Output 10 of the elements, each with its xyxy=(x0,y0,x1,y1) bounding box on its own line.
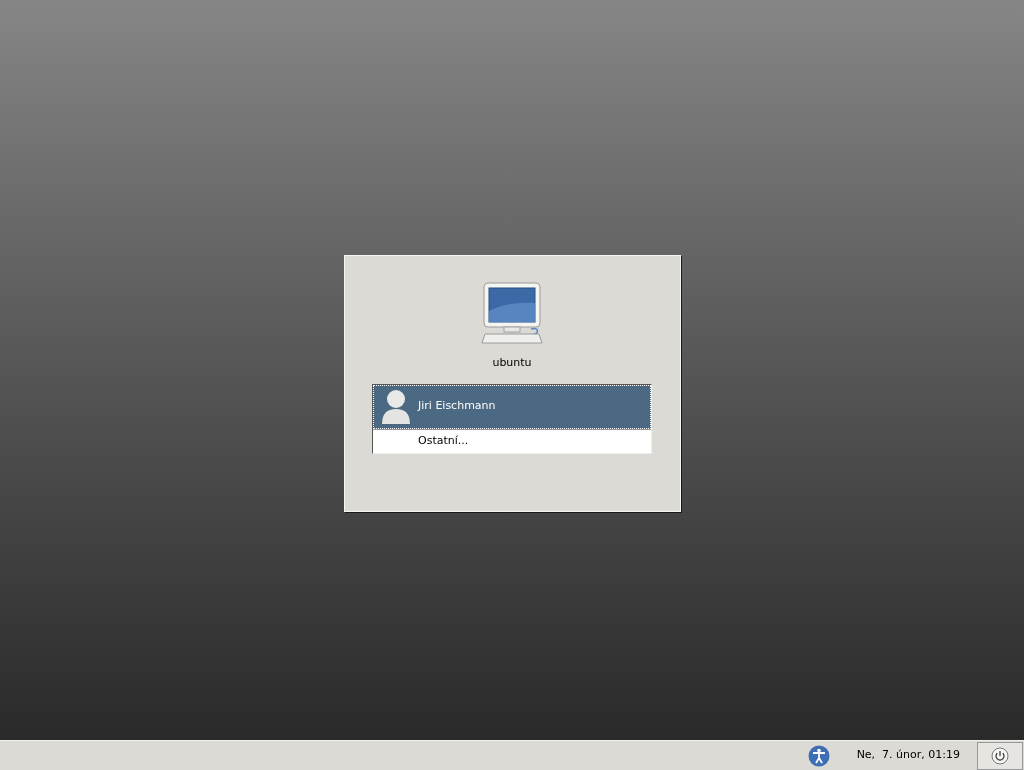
hostname: ubuntu xyxy=(492,355,532,371)
user-silhouette-icon xyxy=(379,388,412,425)
power-icon xyxy=(991,746,1009,765)
user-name: Jiri Eischmann xyxy=(418,398,496,415)
accessibility-icon[interactable] xyxy=(807,744,830,767)
computer-icon xyxy=(479,281,545,345)
clock[interactable]: Ne, 7. únor, 01:19 xyxy=(856,747,960,764)
user-name: Ostatní... xyxy=(418,432,469,449)
user-list-item[interactable]: Jiri Eischmann xyxy=(373,384,651,429)
power-button[interactable] xyxy=(977,741,1023,770)
